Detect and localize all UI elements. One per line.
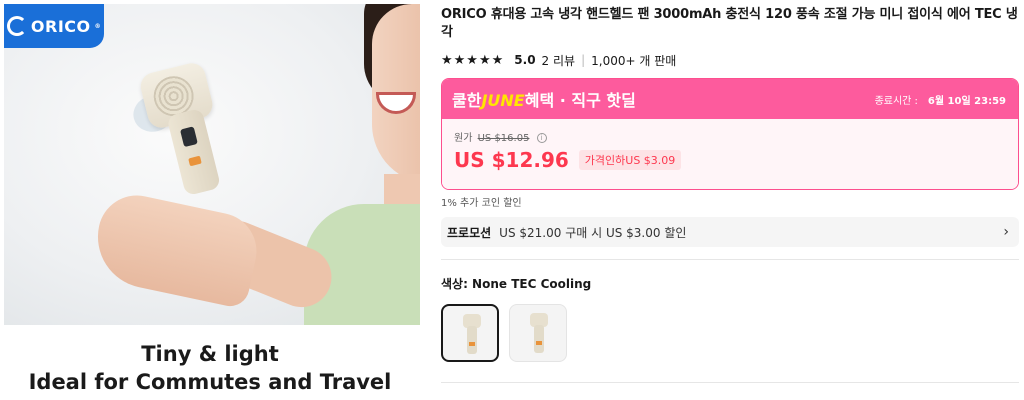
color-swatches	[441, 304, 1021, 362]
color-option-label: 색상: None TEC Cooling	[441, 277, 592, 291]
handheld-fan-image	[129, 55, 252, 200]
product-photo[interactable]: ORICO ®	[4, 4, 420, 325]
rating-score: 5.0	[514, 53, 536, 67]
deal-box: 쿨한JUNE혜택 · 직구 핫딜 종료시간 :6월 10일 23:59 원가 U…	[441, 78, 1019, 190]
tagline-line-2: Ideal for Commutes and Travel	[28, 370, 392, 394]
tagline-line-1: Tiny & light	[141, 342, 279, 366]
deal-name: 쿨한JUNE혜택 · 직구 핫딜	[452, 91, 636, 110]
promotion-row[interactable]: 프로모션 US $21.00 구매 시 US $3.00 할인 ›	[441, 217, 1019, 247]
info-icon[interactable]: i	[536, 133, 547, 143]
brand-swirl-icon	[6, 16, 27, 36]
coin-discount-note: 1% 추가 코인 할인	[441, 198, 522, 209]
image-tagline: Tiny & light Ideal for Commutes and Trav…	[0, 340, 420, 396]
original-price: 원가 US $16.05 i	[454, 129, 1006, 144]
sales-count: 1,000+ 개 판매	[591, 53, 677, 68]
review-count-link[interactable]: 2 리뷰	[542, 52, 576, 69]
product-image-panel[interactable]: ORICO ® Tiny & light Ideal for Commutes a…	[0, 0, 420, 400]
model-hand	[88, 188, 264, 310]
promotion-text: US $21.00 구매 시 US $3.00 할인	[499, 225, 687, 240]
divider	[441, 382, 1019, 383]
deal-end-time: 종료시간 :6월 10일 23:59	[874, 95, 1006, 107]
product-details: ORICO 휴대용 고속 냉각 핸드헬드 팬 3000mAh 충전식 120 풍…	[441, 0, 1021, 400]
star-rating-icon: ★★★★★	[441, 52, 505, 68]
color-swatch-option-2[interactable]	[509, 304, 567, 362]
divider: |	[581, 53, 586, 67]
sale-price: US $12.96	[454, 148, 569, 172]
promotion-label: 프로모션	[447, 225, 492, 240]
price-area: 원가 US $16.05 i US $12.96 가격인하US $3.09	[442, 119, 1018, 189]
rating-row[interactable]: ★★★★★ 5.0 2 리뷰 | 1,000+ 개 판매	[441, 52, 1021, 68]
discount-badge: 가격인하US $3.09	[578, 150, 682, 170]
brand-logo: ORICO ®	[4, 4, 104, 48]
divider	[441, 259, 1019, 260]
fan-thumbnail	[463, 314, 481, 354]
color-swatch-none-tec-cooling[interactable]	[441, 304, 499, 362]
fan-thumbnail	[530, 313, 548, 353]
deal-banner: 쿨한JUNE혜택 · 직구 핫딜 종료시간 :6월 10일 23:59	[442, 79, 1018, 119]
chevron-right-icon: ›	[1003, 224, 1009, 240]
product-title: ORICO 휴대용 고속 냉각 핸드헬드 팬 3000mAh 충전식 120 풍…	[441, 7, 1018, 40]
